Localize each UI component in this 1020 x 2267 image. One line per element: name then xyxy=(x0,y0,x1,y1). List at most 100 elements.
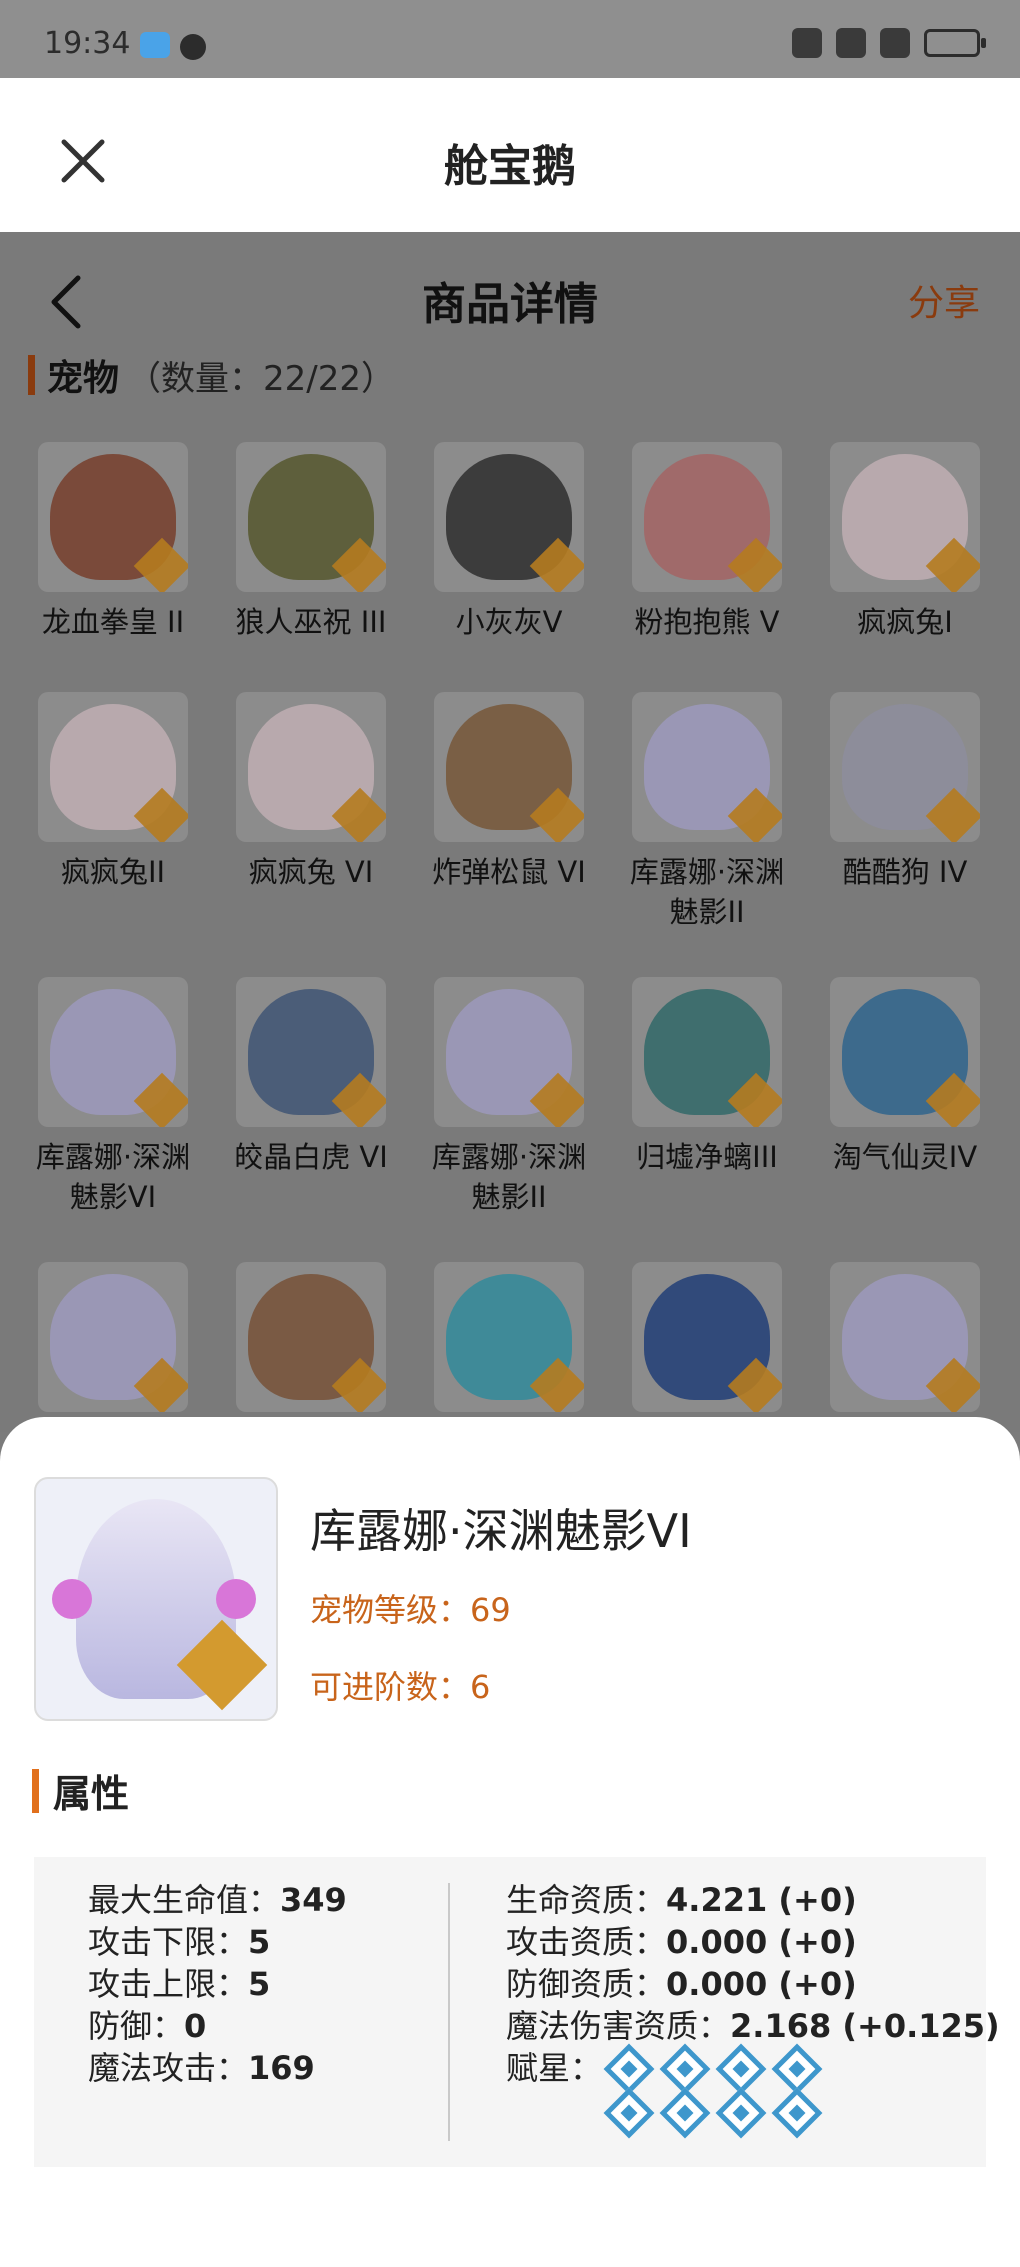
pet-card[interactable]: 皎晶白虎 VI xyxy=(226,977,396,1177)
pet-card[interactable] xyxy=(622,1262,792,1412)
attribute-value: 349 xyxy=(280,1881,347,1919)
attribute-value: 0 xyxy=(184,2007,207,2045)
attributes-left: 最大生命值：349 攻击下限：5 攻击上限：5 防御：0 魔法攻击：169 xyxy=(88,1879,347,2089)
pet-thumbnail xyxy=(632,692,782,842)
pet-thumbnail xyxy=(830,977,980,1127)
section-marker xyxy=(28,355,35,395)
pet-card[interactable] xyxy=(28,1262,198,1412)
star-diamond-icon xyxy=(603,2087,655,2139)
attribute-value: 5 xyxy=(248,1923,271,1961)
star-diamond-icon xyxy=(715,2087,767,2139)
star-rating xyxy=(603,2043,1000,2139)
pet-avatar xyxy=(34,1477,278,1721)
pet-card[interactable]: 库露娜·深渊魅影II xyxy=(424,977,594,1217)
attr-marker xyxy=(32,1768,39,1813)
pause-icon xyxy=(180,34,206,60)
attribute-value: 5 xyxy=(248,1965,271,2003)
attributes-header: 属性 xyxy=(32,1763,129,1818)
attribute-value: 0.000 (+0) xyxy=(666,1923,857,1961)
attribute-row: 防御资质：0.000 (+0) xyxy=(506,1963,1000,2005)
pet-card[interactable]: 粉抱抱熊 V xyxy=(622,442,792,642)
pet-card-name: 酷酷狗 IV xyxy=(842,855,968,889)
pet-card[interactable]: 疯疯兔I xyxy=(820,442,990,642)
pet-thumbnail xyxy=(38,442,188,592)
pet-thumbnail xyxy=(632,977,782,1127)
attribute-row: 防御：0 xyxy=(88,2005,347,2047)
wifi-icon xyxy=(836,28,866,58)
pet-card[interactable]: 疯疯兔 VI xyxy=(226,692,396,892)
pet-card-name: 小灰灰V xyxy=(455,605,563,639)
attribute-label: 最大生命值： xyxy=(88,1881,281,1919)
orb-right xyxy=(216,1579,256,1619)
app-header: 舱宝鹅 xyxy=(0,78,1020,232)
attribute-value: 2.168 (+0.125) xyxy=(730,2007,1000,2045)
pet-card[interactable] xyxy=(424,1262,594,1412)
pet-card-name: 疯疯兔I xyxy=(857,605,953,639)
pet-card-name: 库露娜·深渊魅影VI xyxy=(35,1140,191,1214)
attribute-label: 防御： xyxy=(88,2007,185,2045)
pet-level: 宠物等级：69 xyxy=(310,1591,511,1629)
star-diamond-icon xyxy=(659,2087,711,2139)
pet-thumbnail xyxy=(38,977,188,1127)
alarm-icon xyxy=(792,28,822,58)
pet-card-name: 炸弹松鼠 VI xyxy=(432,855,586,889)
attribute-label: 攻击上限： xyxy=(88,1965,249,2003)
pet-thumbnail xyxy=(830,1262,980,1412)
attributes-title: 属性 xyxy=(53,1772,130,1816)
app-title: 舱宝鹅 xyxy=(444,141,576,192)
pet-card[interactable]: 小灰灰V xyxy=(424,442,594,642)
status-bar: 19:34 xyxy=(0,0,1020,78)
attribute-label: 魔法攻击： xyxy=(88,2049,249,2087)
pet-card[interactable]: 炸弹松鼠 VI xyxy=(424,692,594,892)
orb-left xyxy=(52,1579,92,1619)
attribute-row: 生命资质：4.221 (+0) xyxy=(506,1879,1000,1921)
pet-card[interactable]: 疯疯兔II xyxy=(28,692,198,892)
pet-thumbnail xyxy=(830,692,980,842)
pet-thumbnail xyxy=(830,442,980,592)
attribute-row: 魔法攻击：169 xyxy=(88,2047,347,2089)
pet-card[interactable]: 库露娜·深渊魅影II xyxy=(622,692,792,932)
pet-card[interactable] xyxy=(820,1262,990,1412)
pet-detail-sheet: 库露娜·深渊魅影VI 宠物等级：69 可进阶数：6 属性 最大生命值：349 攻击… xyxy=(0,1417,1020,2267)
page-title: 商品详情 xyxy=(422,279,598,330)
pet-card-name: 归墟净螭III xyxy=(636,1140,778,1174)
pet-card-name: 库露娜·深渊魅影II xyxy=(629,855,785,929)
section-label: 宠物 xyxy=(47,358,120,399)
signal-icon xyxy=(880,28,910,58)
attribute-label: 攻击资质： xyxy=(506,1923,667,1961)
pet-card[interactable] xyxy=(226,1262,396,1412)
pet-thumbnail xyxy=(236,692,386,842)
pet-thumbnail xyxy=(236,442,386,592)
pet-thumbnail xyxy=(632,1262,782,1412)
pet-card[interactable]: 归墟净螭III xyxy=(622,977,792,1177)
section-count: （数量：22/22） xyxy=(127,358,395,399)
pet-thumbnail xyxy=(434,442,584,592)
pet-card[interactable]: 狼人巫祝 III xyxy=(226,442,396,642)
attribute-value: 169 xyxy=(248,2049,315,2087)
status-icons xyxy=(792,28,986,58)
pet-advance-count: 可进阶数：6 xyxy=(310,1668,491,1706)
pet-thumbnail xyxy=(38,692,188,842)
pet-card-name: 粉抱抱熊 V xyxy=(634,605,780,639)
pet-name: 库露娜·深渊魅影VI xyxy=(310,1504,692,1558)
attr-divider xyxy=(448,1883,450,2141)
pet-card-name: 淘气仙灵IV xyxy=(832,1140,978,1174)
pet-thumbnail xyxy=(38,1262,188,1412)
pet-card-name: 库露娜·深渊魅影II xyxy=(431,1140,587,1214)
status-time: 19:34 xyxy=(44,26,131,61)
star-row xyxy=(603,2043,1000,2095)
pet-thumbnail xyxy=(434,1262,584,1412)
pet-section-header: 宠物 （数量：22/22） xyxy=(28,354,395,399)
attribute-row: 魔法伤害资质：2.168 (+0.125) xyxy=(506,2005,1000,2047)
pet-card-name: 皎晶白虎 VI xyxy=(234,1140,388,1174)
pet-card-name: 疯疯兔II xyxy=(60,855,166,889)
share-button[interactable]: 分享 xyxy=(908,274,980,326)
pet-card-name: 龙血拳皇 II xyxy=(41,605,185,639)
attributes-right: 生命资质：4.221 (+0) 攻击资质：0.000 (+0) 防御资质：0.000… xyxy=(506,1879,1000,2139)
pet-card[interactable]: 酷酷狗 IV xyxy=(820,692,990,892)
pet-card[interactable]: 淘气仙灵IV xyxy=(820,977,990,1177)
attribute-label: 防御资质： xyxy=(506,1965,667,2003)
pet-card[interactable]: 龙血拳皇 II xyxy=(28,442,198,642)
pet-card-name: 狼人巫祝 III xyxy=(235,605,387,639)
pet-card[interactable]: 库露娜·深渊魅影VI xyxy=(28,977,198,1217)
